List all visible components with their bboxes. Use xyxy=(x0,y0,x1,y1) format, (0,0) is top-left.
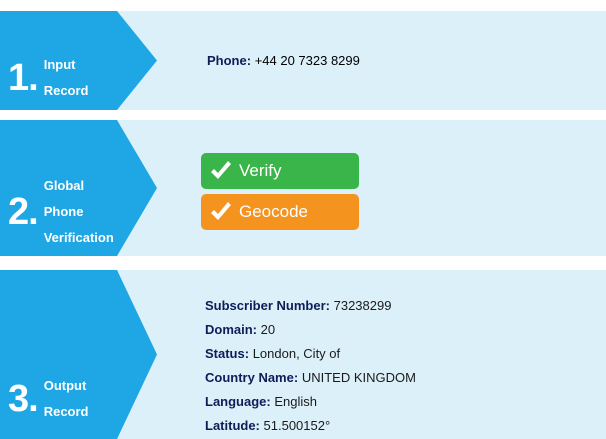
output-key: Status: xyxy=(205,346,250,361)
step-2-text-line-2: Phone xyxy=(43,204,84,219)
step-1-number: 1 xyxy=(8,56,29,99)
step-2-label: 2 . Global Phone Verification xyxy=(8,166,114,257)
step-3-text-line-2: Record xyxy=(43,404,89,419)
output-key: Domain: xyxy=(205,322,257,337)
geocode-badge: Geocode xyxy=(201,194,359,230)
output-field-latitude: Latitude: 51.500152° xyxy=(205,418,330,433)
step-3-number: 3 xyxy=(8,377,29,420)
output-field-status: Status: London, City of xyxy=(205,346,340,361)
verify-label: Verify xyxy=(239,161,282,180)
output-key: Country Name: xyxy=(205,370,299,385)
output-key: Latitude: xyxy=(205,418,260,433)
step-3-text: Output Record xyxy=(44,366,89,431)
phone-value: +44 20 7323 8299 xyxy=(254,53,360,68)
input-phone-line: Phone: +44 20 7323 8299 xyxy=(207,53,360,68)
checkmark-icon xyxy=(211,161,231,179)
step-3-dot: . xyxy=(28,377,39,420)
step-1-text-line-2: Record xyxy=(43,83,89,98)
step-2-text-line-1: Global xyxy=(43,178,85,193)
step-2-text: Global Phone Verification xyxy=(44,166,114,257)
phone-label: Phone: xyxy=(207,53,252,68)
step-1-band: 1 . Input Record Phone: +44 20 7323 8299 xyxy=(0,11,606,110)
output-field-domain: Domain: 20 xyxy=(205,322,275,337)
step-1-dot: . xyxy=(28,56,39,99)
output-value: English xyxy=(274,394,317,409)
geocode-label: Geocode xyxy=(239,202,308,221)
step-3-text-line-1: Output xyxy=(43,378,87,393)
step-2-text-line-3: Verification xyxy=(43,230,114,245)
output-value: 20 xyxy=(260,322,276,337)
output-value: London, City of xyxy=(252,346,341,361)
output-value: 51.500152° xyxy=(263,418,331,433)
step-1-label: 1 . Input Record xyxy=(8,45,89,110)
step-1-text-line-1: Input xyxy=(43,57,76,72)
output-value: UNITED KINGDOM xyxy=(301,370,416,385)
output-value: 73238299 xyxy=(333,298,392,313)
output-key: Language: xyxy=(205,394,271,409)
output-key: Subscriber Number: xyxy=(205,298,330,313)
output-field-country-name: Country Name: UNITED KINGDOM xyxy=(205,370,416,385)
step-2-number: 2 xyxy=(8,190,29,233)
checkmark-icon xyxy=(211,202,231,220)
output-field-language: Language: English xyxy=(205,394,317,409)
output-field-subscriber-number: Subscriber Number: 73238299 xyxy=(205,298,391,313)
verify-badge: Verify xyxy=(201,153,359,189)
step-3-label: 3 . Output Record xyxy=(8,366,89,431)
step-2-dot: . xyxy=(28,190,39,233)
step-1-text: Input Record xyxy=(44,45,89,110)
